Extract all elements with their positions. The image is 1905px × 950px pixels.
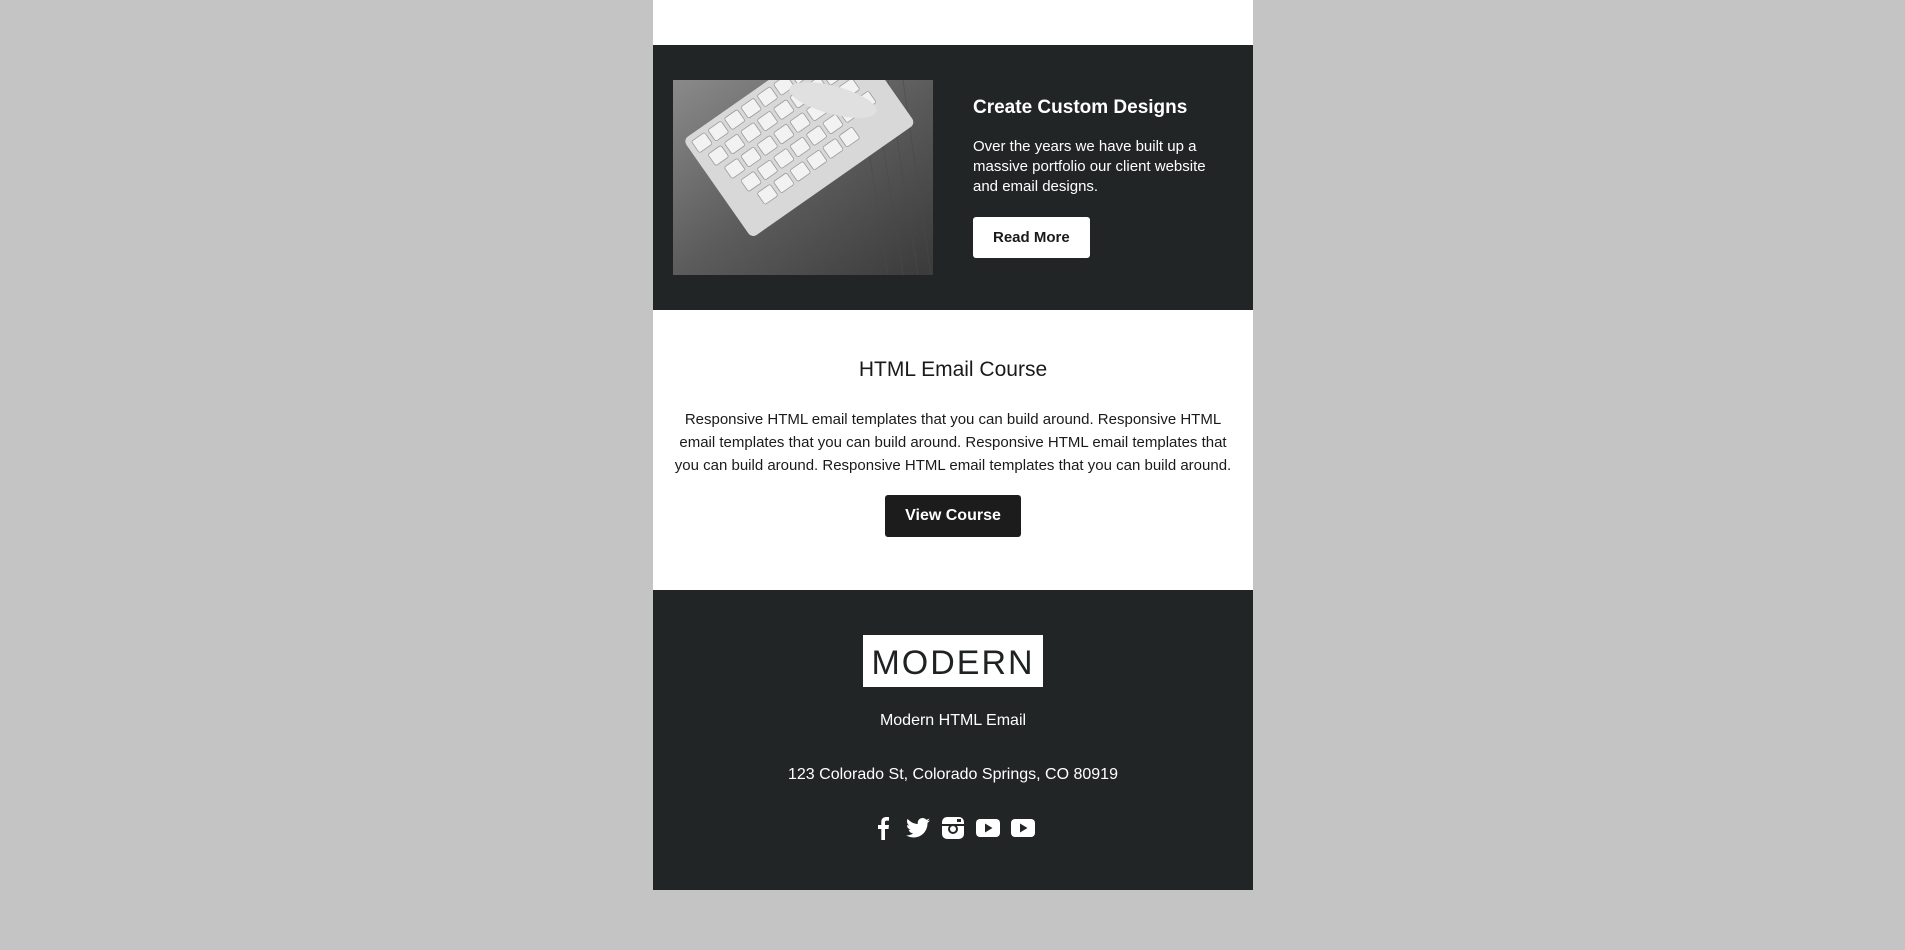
promo-description: Over the years we have built up a massiv… xyxy=(973,138,1206,195)
footer-address: 123 Colorado St, Colorado Springs, CO 80… xyxy=(788,766,1118,783)
top-white-strip xyxy=(653,0,1253,45)
youtube-icon[interactable] xyxy=(1010,814,1037,841)
promo-text-block: Create Custom Designs Over the years we … xyxy=(973,97,1218,258)
modern-logo[interactable]: MODERN xyxy=(863,635,1043,687)
social-links xyxy=(653,814,1253,841)
keyboard-image xyxy=(673,80,933,275)
email-container: Create Custom Designs Over the years we … xyxy=(653,0,1253,890)
course-title: HTML Email Course xyxy=(858,358,1048,381)
read-more-button[interactable]: Read More xyxy=(973,217,1090,258)
promo-title: Create Custom Designs xyxy=(973,97,1188,118)
course-section: HTML Email Course Responsive HTML email … xyxy=(653,310,1253,590)
course-description: Responsive HTML email templates that you… xyxy=(674,411,1232,474)
instagram-icon[interactable] xyxy=(940,814,967,841)
footer-company-name: Modern HTML Email xyxy=(879,712,1027,729)
view-course-button[interactable]: View Course xyxy=(885,495,1021,537)
facebook-icon[interactable] xyxy=(870,814,897,841)
footer: MODERN Modern HTML Email 123 Colorado St… xyxy=(653,590,1253,890)
twitter-icon[interactable] xyxy=(905,814,932,841)
youtube-icon[interactable] xyxy=(975,814,1002,841)
promo-section: Create Custom Designs Over the years we … xyxy=(653,45,1253,310)
